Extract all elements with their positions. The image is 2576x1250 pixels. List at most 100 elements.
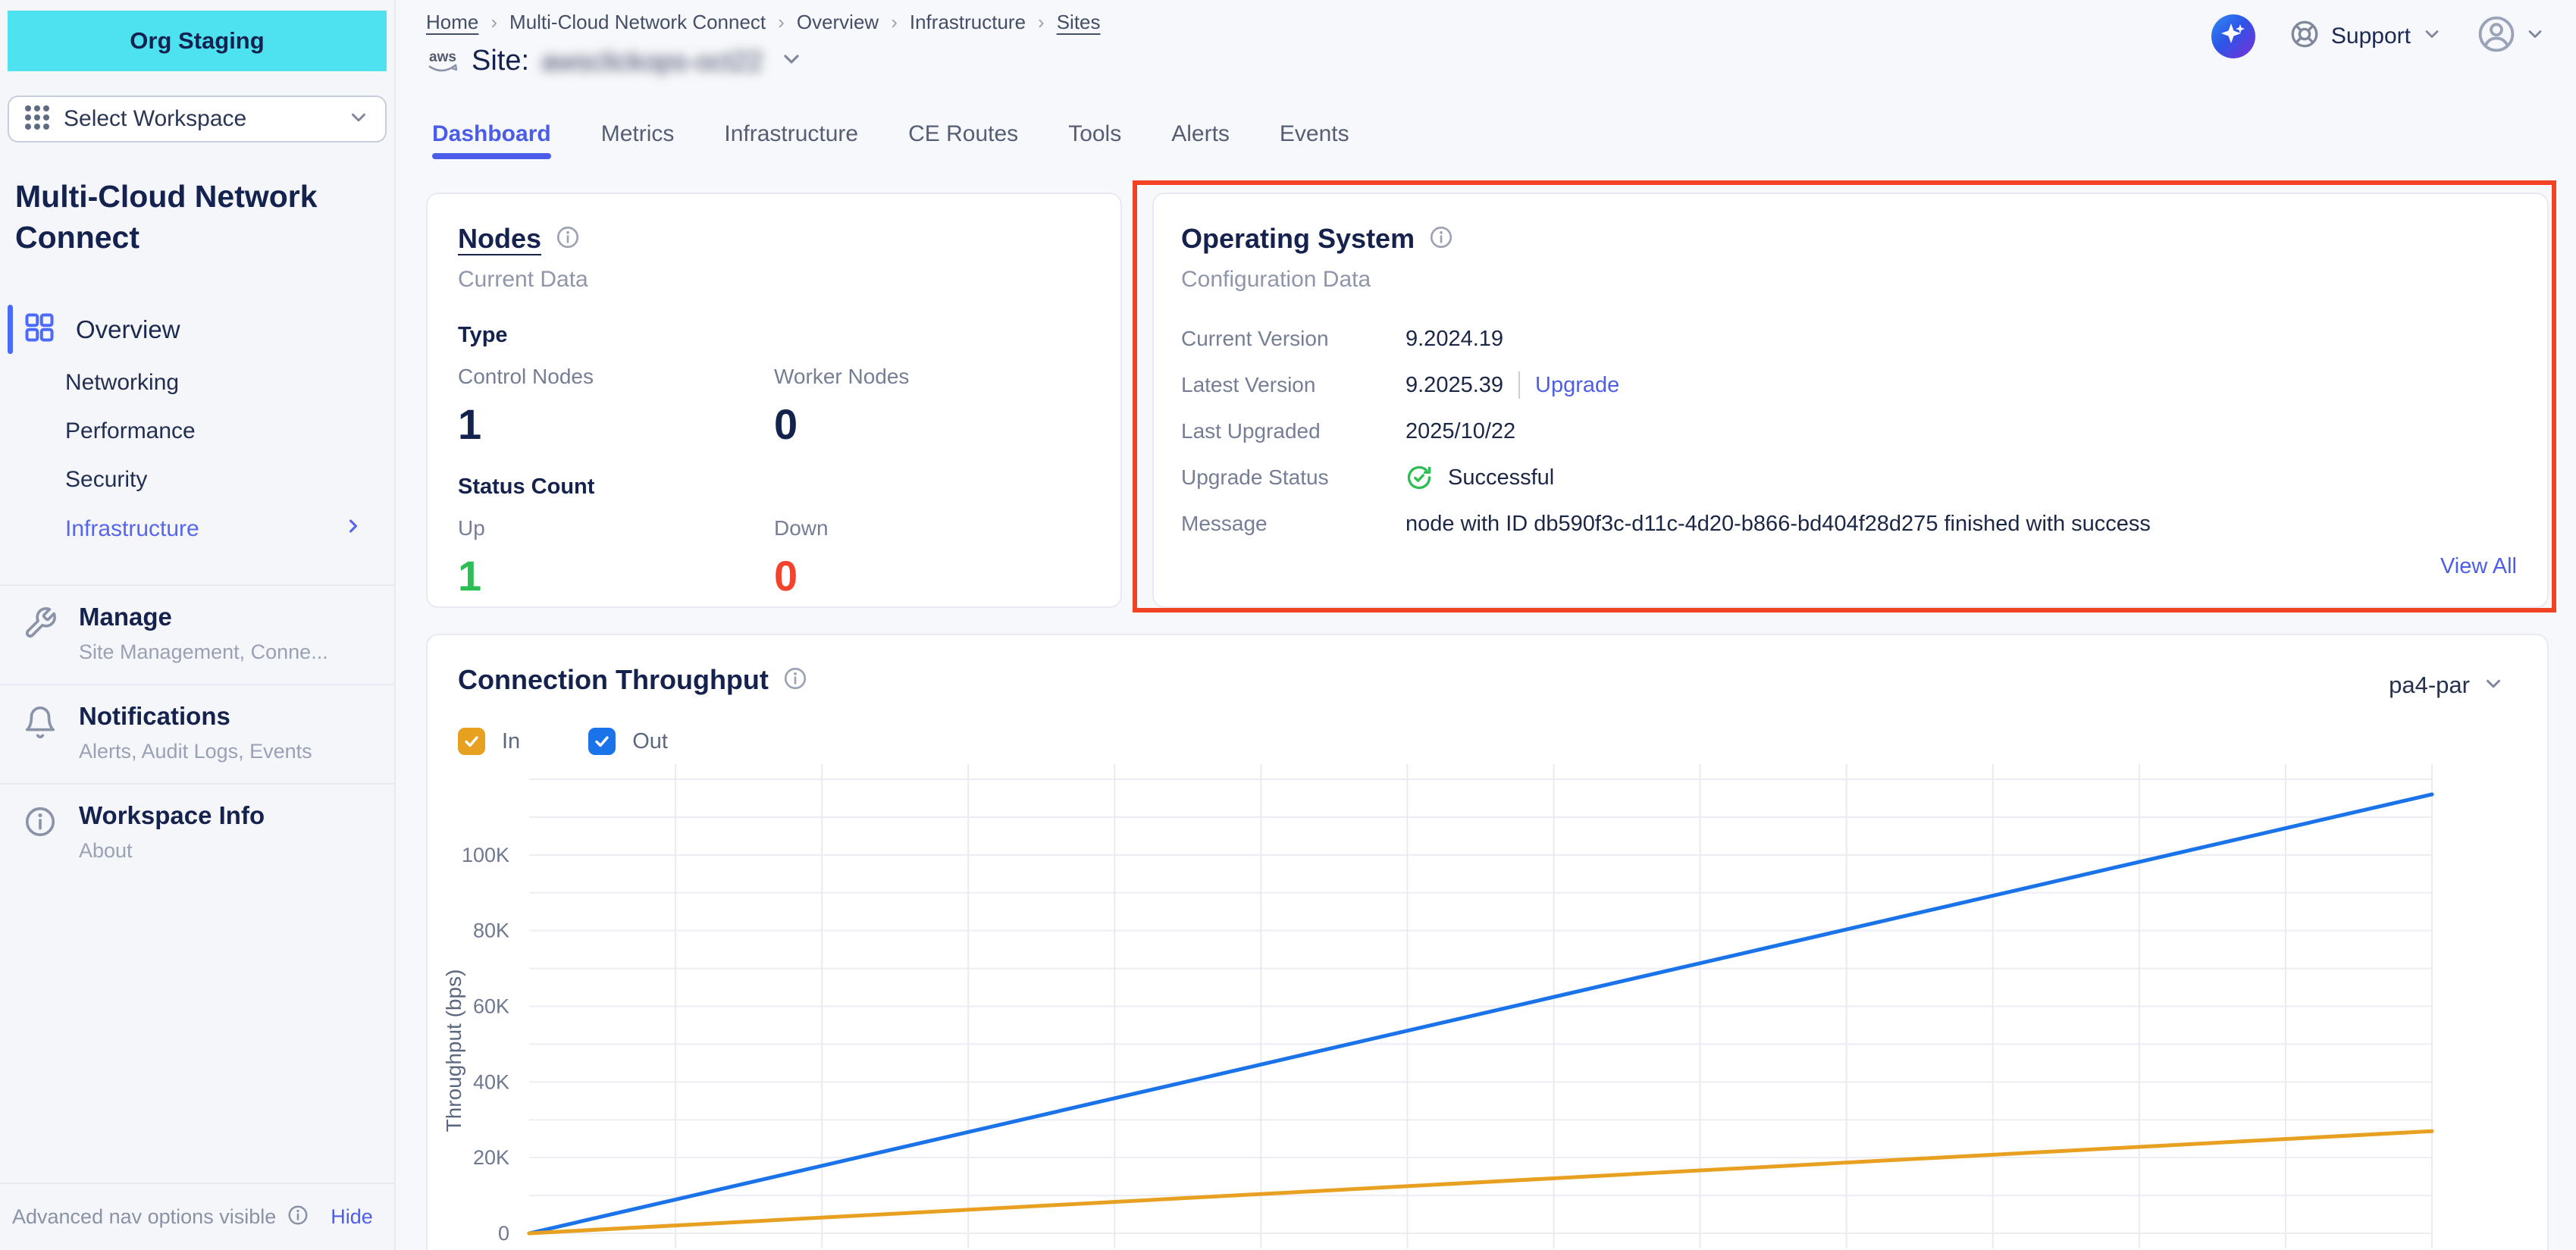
legend-checkbox-out[interactable]: Out [588,728,668,755]
nodes-status-label: Status Count [458,475,1090,500]
breadcrumb-item[interactable]: Multi-Cloud Network Connect [509,11,766,34]
tab-dashboard[interactable]: Dashboard [432,121,551,159]
field-label: Down [774,516,1090,540]
tab-infrastructure[interactable]: Infrastructure [724,121,858,159]
topbar-actions: Support [2211,14,2546,58]
sidebar-item-label: Networking [65,370,179,396]
active-indicator [8,305,13,354]
checkbox-checked-icon [588,728,616,755]
tab-tools[interactable]: Tools [1068,121,1121,159]
nodes-field-down: Down 0 [774,516,1090,600]
os-card-subtitle: Configuration Data [1181,267,2520,293]
selector-value: pa4-par [2389,672,2470,699]
section-title: Manage [79,603,328,631]
breadcrumb-item[interactable]: Home [426,11,478,34]
ai-assistant-button[interactable] [2211,14,2255,58]
overview-grid-icon [23,311,56,348]
chevron-right-icon [343,515,364,543]
org-banner-label: Org Staging [130,27,264,55]
throughput-card-title: Connection Throughput [458,664,769,696]
breadcrumb-item[interactable]: Infrastructure [910,11,1026,34]
overview-subnav: Networking Performance SecurityInfrastruct… [0,359,394,584]
os-row-label: Current Version [1181,327,1406,351]
chevron-down-icon [2421,23,2443,49]
info-icon[interactable] [1428,224,1454,254]
support-label: Support [2331,23,2411,49]
operating-system-card: Operating System Configuration Data Curr… [1152,193,2549,608]
avatar-icon [2476,14,2517,58]
workspace-selector-label: Select Workspace [64,106,347,132]
chevron-down-icon [2524,23,2546,49]
section-subtitle: About [79,839,265,863]
support-menu[interactable]: Support [2289,18,2443,54]
nodes-card-subtitle: Current Data [458,267,1090,293]
sidebar-item-performance[interactable]: Performance [0,407,394,456]
sidebar-section-manage[interactable]: Manage Site Management, Conne... [0,584,394,684]
os-row-label: Latest Version [1181,373,1406,397]
os-value-text: 9.2024.19 [1406,327,1503,352]
site-node-selector[interactable]: pa4-par [2389,672,2505,699]
breadcrumb-item[interactable]: Overview [797,11,879,34]
chevron-down-icon [2482,672,2505,699]
tab-events[interactable]: Events [1280,121,1349,159]
sidebar-spacer [0,882,394,1183]
sidebar-item-networking[interactable]: Networking [0,359,394,407]
os-value-text: Successful [1448,465,1554,490]
svg-text:Throughput (bps): Throughput (bps) [442,970,465,1133]
os-row-current-version: Current Version9.2024.19 [1181,326,2520,352]
os-value-text: 2025/10/22 [1406,419,1515,444]
app-root: Org Staging Select Workspace Multi-Cloud… [0,0,2576,1250]
breadcrumb-separator: › [778,11,785,34]
sidebar-item-infrastructure[interactable]: Infrastructure [0,504,394,554]
svg-text:40K: 40K [473,1070,509,1093]
section-title: Workspace Info [79,801,265,830]
view-all-link[interactable]: View All [2440,554,2517,579]
tab-metrics[interactable]: Metrics [601,121,675,159]
account-menu[interactable] [2476,14,2546,58]
section-title: Notifications [79,702,312,731]
site-prefix-label: Site: [472,45,529,77]
sidebar-item-overview[interactable]: Overview [0,300,394,359]
field-value: 1 [458,399,774,449]
upgrade-link[interactable]: Upgrade [1535,373,1619,398]
tab-alerts[interactable]: Alerts [1171,121,1230,159]
svg-text:60K: 60K [473,995,509,1017]
nodes-field-up: Up1 [458,516,774,600]
os-row-label: Upgrade Status [1181,465,1406,490]
sidebar-item-label: Performance [65,418,196,444]
field-value: 0 [774,551,1090,600]
org-banner[interactable]: Org Staging [8,11,387,71]
sidebar-item-security[interactable]: Security [0,456,394,504]
site-name-redacted: awsclickops-oct22 [541,45,763,77]
info-icon[interactable] [782,666,808,695]
hide-nav-link[interactable]: Hide [331,1205,373,1229]
tab-ce-routes[interactable]: CE Routes [908,121,1018,159]
nodes-grid: Type Control Nodes1Worker Nodes0 Status … [458,323,1090,600]
chart-legend: In Out [458,728,2517,755]
site-chevron-down-icon[interactable] [779,47,804,75]
nodes-field-control-nodes: Control Nodes1 [458,365,774,449]
nodes-card-title[interactable]: Nodes [458,223,541,255]
sidebar-section-notifications[interactable]: NotificationsAlerts, Audit Logs, Events [0,684,394,783]
divider [1518,371,1520,399]
sidebar-sections: Manage Site Management, Conne... Notificat… [0,584,394,882]
info-icon[interactable] [555,224,581,254]
wrench-icon [23,606,58,664]
svg-text:100K: 100K [462,844,509,866]
bell-icon [23,705,58,763]
main-area: Home›Multi-Cloud Network Connect›Overvie… [396,0,2576,1250]
field-label: Up [458,516,774,540]
sidebar-nav: Overview Networking Performance SecurityIn… [0,300,394,584]
legend-checkbox-in[interactable]: In [458,728,520,755]
section-subtitle: Site Management, Conne... [79,641,328,664]
legend-label: In [502,729,520,754]
os-row-upgrade-status: Upgrade Status Successful [1181,464,2520,491]
sparkle-icon [2218,19,2249,53]
svg-text:0: 0 [498,1222,509,1245]
chevron-down-icon [347,106,370,133]
sidebar-section-workspace-info[interactable]: Workspace Info About [0,783,394,882]
workspace-selector[interactable]: Select Workspace [8,96,387,143]
svg-text:aws: aws [429,49,456,65]
nodes-field-worker-nodes: Worker Nodes0 [774,365,1090,449]
breadcrumb-item[interactable]: Sites [1057,11,1101,34]
